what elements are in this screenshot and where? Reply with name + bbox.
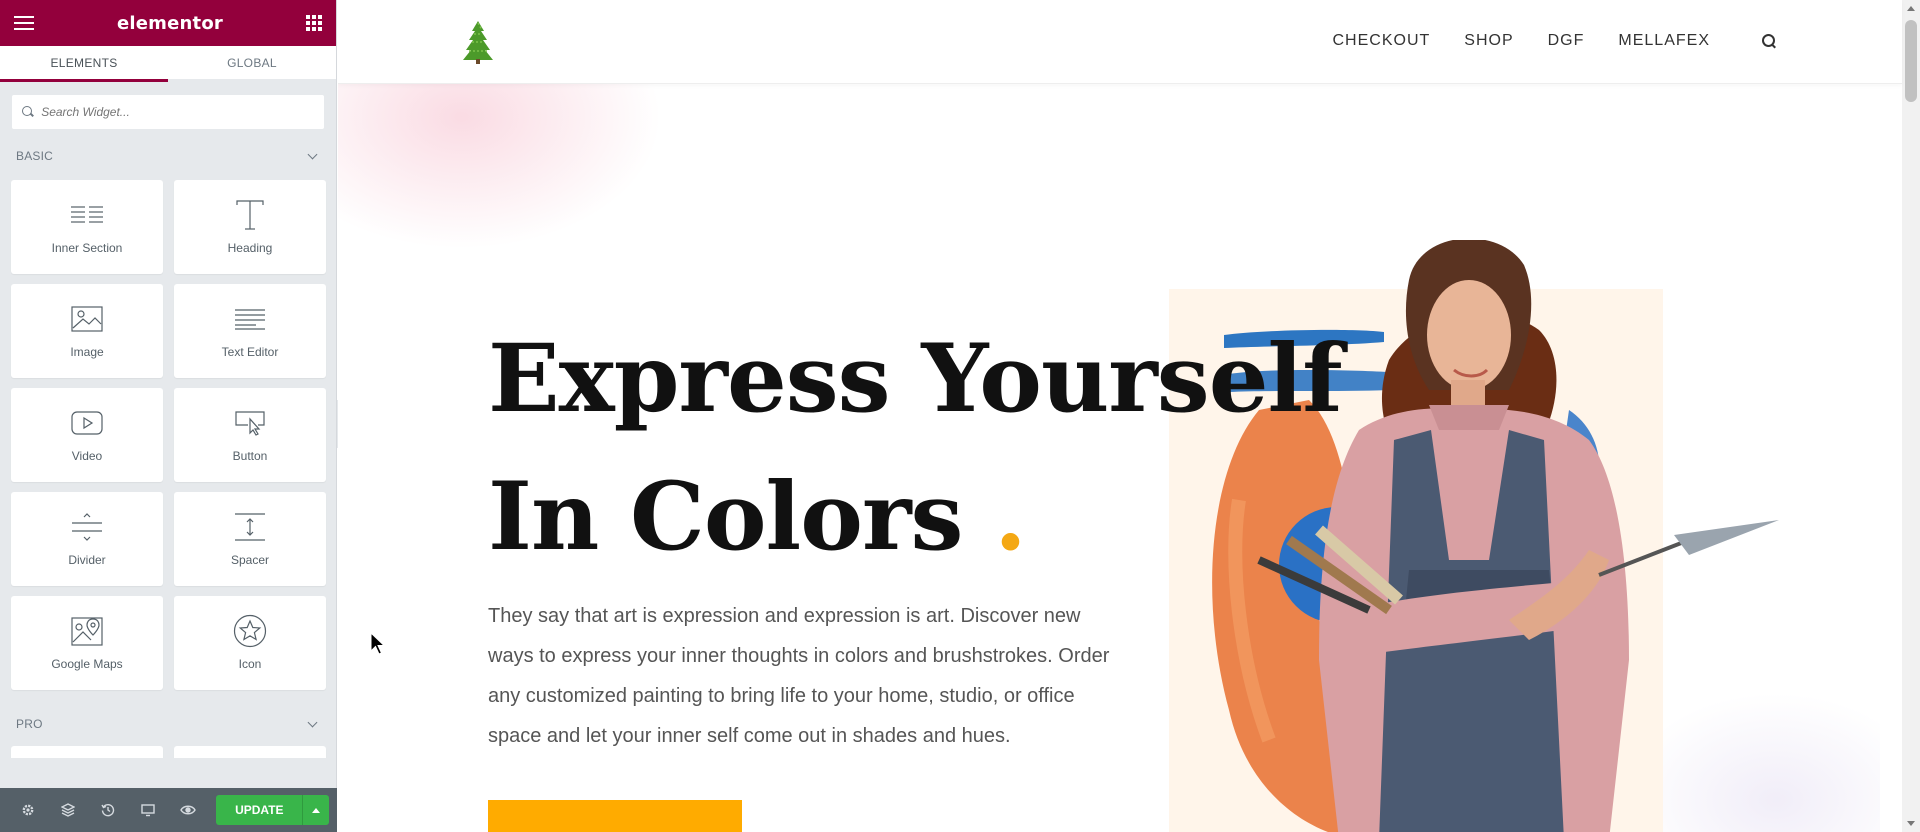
chevron-down-icon — [307, 149, 318, 159]
widget-spacer[interactable]: Spacer — [174, 492, 326, 586]
menu-icon[interactable] — [14, 16, 34, 30]
update-button[interactable]: UPDATE — [216, 795, 303, 825]
nav-link-checkout[interactable]: CHECKOUT — [1333, 32, 1431, 50]
scroll-down-arrow-icon[interactable] — [1907, 821, 1915, 826]
widget-label: Spacer — [230, 553, 270, 567]
hero-paragraph: They say that art is expression and expr… — [488, 605, 1110, 747]
search-icon[interactable] — [1762, 34, 1776, 48]
widget-label: Image — [70, 345, 104, 359]
tab-global[interactable]: GLOBAL — [168, 46, 336, 82]
history-icon[interactable] — [88, 788, 128, 832]
settings-icon[interactable] — [8, 788, 48, 832]
image-icon — [70, 303, 104, 335]
widget-label: Button — [232, 449, 268, 463]
video-icon — [70, 407, 104, 439]
widget-label: Google Maps — [51, 657, 123, 671]
category-basic[interactable]: BASIC — [0, 142, 336, 170]
widget-grid-pro — [0, 738, 336, 758]
panel-header: elementor — [0, 0, 336, 46]
widget-label: Divider — [68, 553, 106, 567]
elementor-logo: elementor — [116, 12, 223, 34]
category-basic-label: BASIC — [16, 149, 54, 163]
widget-google-maps[interactable]: Google Maps — [11, 596, 163, 690]
category-pro[interactable]: PRO — [0, 710, 336, 738]
widget-pro-partial[interactable] — [11, 746, 163, 758]
widgets-grid-icon[interactable] — [305, 15, 322, 31]
hero-heading-line2: In Colors — [488, 462, 963, 572]
hero-cta-button[interactable] — [488, 800, 742, 832]
hero-heading-line1: Express Yourself — [488, 324, 1343, 434]
update-options-caret-icon[interactable] — [302, 795, 330, 825]
widget-text-editor[interactable]: Text Editor — [174, 284, 326, 378]
widget-search — [11, 94, 325, 130]
widget-video[interactable]: Video — [11, 388, 163, 482]
site-header: CHECKOUT SHOP DGF MELLAFEX — [338, 0, 1902, 84]
responsive-mode-icon[interactable] — [128, 788, 168, 832]
scroll-up-arrow-icon[interactable] — [1907, 6, 1915, 11]
widget-button[interactable]: Button — [174, 388, 326, 482]
nav-link-shop[interactable]: SHOP — [1464, 32, 1513, 50]
widget-label: Heading — [227, 241, 273, 255]
category-pro-label: PRO — [16, 717, 43, 731]
widget-label: Icon — [238, 657, 262, 671]
widget-grid: Inner Section Heading Image Text Editor … — [0, 170, 336, 690]
main-nav: CHECKOUT SHOP DGF MELLAFEX — [1333, 32, 1777, 50]
site-preview: CHECKOUT SHOP DGF MELLAFEX Express Yours… — [338, 0, 1920, 832]
search-input[interactable] — [41, 105, 314, 119]
nav-link-dgf[interactable]: DGF — [1548, 32, 1585, 50]
layers-icon[interactable] — [48, 788, 88, 832]
app-root: elementor ELEMENTS GLOBAL BASIC — [0, 0, 1920, 832]
google-maps-icon — [70, 615, 104, 647]
star-icon — [233, 614, 267, 648]
elementor-panel: elementor ELEMENTS GLOBAL BASIC — [0, 0, 337, 832]
chevron-down-icon — [307, 717, 318, 727]
tree-logo-icon[interactable] — [460, 20, 496, 69]
tab-elements[interactable]: ELEMENTS — [0, 46, 168, 82]
scroll-thumb[interactable] — [1905, 20, 1917, 102]
heading-icon — [233, 199, 267, 231]
divider-icon — [70, 511, 104, 543]
widget-pro-partial[interactable] — [174, 746, 326, 758]
widget-heading[interactable]: Heading — [174, 180, 326, 274]
preview-scrollbar[interactable] — [1902, 0, 1920, 832]
panel-tabs: ELEMENTS GLOBAL — [0, 46, 336, 82]
spacer-icon — [233, 511, 267, 543]
inner-section-icon — [70, 199, 104, 231]
button-icon — [233, 407, 267, 439]
widget-label: Inner Section — [51, 241, 123, 255]
widget-icon[interactable]: Icon — [174, 596, 326, 690]
widget-label: Text Editor — [221, 345, 279, 359]
text-editor-icon — [233, 303, 267, 335]
search-icon — [22, 106, 33, 118]
hero-heading: Express Yourself In Colors . — [488, 310, 1343, 586]
widget-image[interactable]: Image — [11, 284, 163, 378]
mouse-cursor-icon — [370, 632, 386, 655]
widget-divider[interactable]: Divider — [11, 492, 163, 586]
nav-link-mellafex[interactable]: MELLAFEX — [1618, 32, 1710, 50]
hero-heading-accent-dot: . — [994, 462, 1027, 572]
widget-label: Video — [71, 449, 103, 463]
preview-eye-icon[interactable] — [168, 788, 208, 832]
panel-footer: UPDATE — [0, 788, 337, 832]
widget-inner-section[interactable]: Inner Section — [11, 180, 163, 274]
